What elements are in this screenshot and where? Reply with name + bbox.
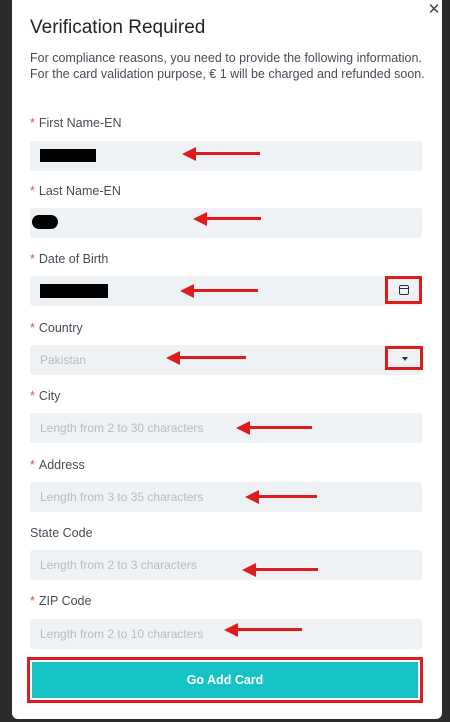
country-label: * Country	[30, 321, 83, 335]
redacted-value	[40, 149, 96, 162]
modal-description: For compliance reasons, you need to prov…	[30, 51, 425, 81]
state-code-placeholder: Length from 2 to 3 characters	[40, 558, 197, 572]
first-name-label: * First Name-EN	[30, 116, 122, 130]
chevron-down-icon	[402, 357, 408, 361]
address-input[interactable]: Length from 3 to 35 characters	[30, 482, 422, 512]
calendar-icon	[399, 285, 409, 295]
zip-code-placeholder: Length from 2 to 10 characters	[40, 627, 204, 641]
address-label: * Address	[30, 458, 85, 472]
city-label: * City	[30, 389, 61, 403]
city-input[interactable]: Length from 2 to 30 characters	[30, 413, 422, 443]
zip-code-label: * ZIP Code	[30, 594, 92, 608]
last-name-label: * Last Name-EN	[30, 184, 121, 198]
state-code-label: State Code	[30, 526, 93, 540]
go-add-card-button[interactable]: Go Add Card	[32, 662, 418, 698]
state-code-input[interactable]: Length from 2 to 3 characters	[30, 550, 422, 580]
calendar-button-highlight[interactable]	[385, 276, 422, 304]
address-placeholder: Length from 3 to 35 characters	[40, 490, 204, 504]
required-marker: *	[30, 116, 35, 130]
required-marker: *	[30, 594, 35, 608]
annotation-arrow	[193, 212, 261, 226]
close-icon[interactable]: ✕	[426, 2, 442, 18]
annotation-arrow	[182, 147, 260, 161]
country-value: Pakistan	[40, 353, 87, 367]
annotation-arrow	[166, 351, 246, 365]
city-placeholder: Length from 2 to 30 characters	[40, 421, 204, 435]
modal-title: Verification Required	[30, 17, 206, 38]
required-marker: *	[30, 321, 35, 335]
required-marker: *	[30, 389, 35, 403]
annotation-arrow	[245, 490, 317, 504]
country-dropdown-highlight[interactable]	[385, 346, 423, 370]
redacted-value	[32, 215, 58, 229]
annotation-arrow	[236, 421, 312, 435]
annotation-arrow	[242, 563, 318, 577]
required-marker: *	[30, 184, 35, 198]
required-marker: *	[30, 252, 35, 266]
annotation-arrow	[224, 623, 302, 637]
submit-button-highlight: Go Add Card	[27, 657, 423, 703]
required-marker: *	[30, 458, 35, 472]
verification-modal: ✕ Verification Required For compliance r…	[12, 0, 442, 719]
dob-label: * Date of Birth	[30, 252, 109, 266]
annotation-arrow	[180, 284, 258, 298]
redacted-value	[40, 284, 108, 298]
